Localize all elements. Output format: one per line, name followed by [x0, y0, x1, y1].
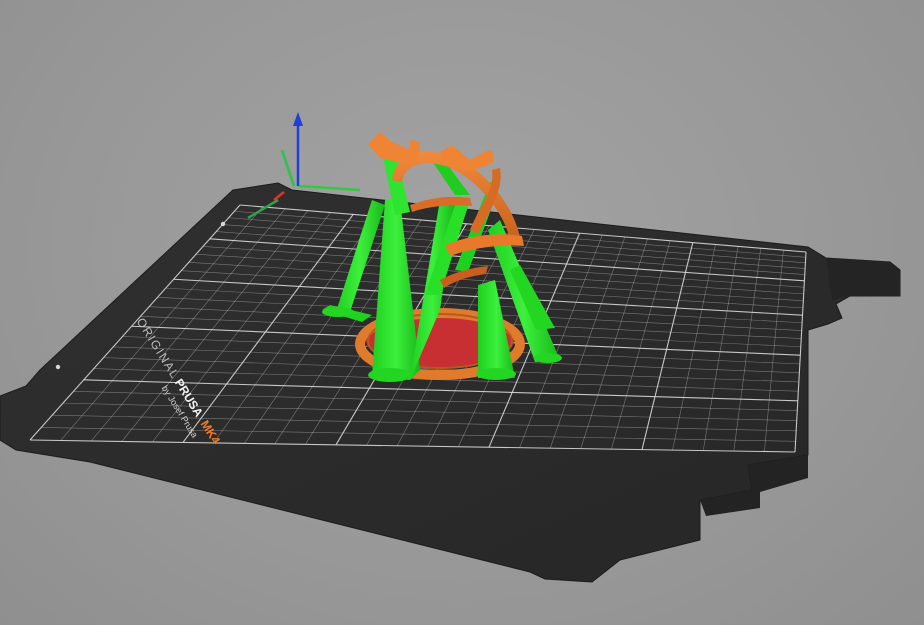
- model-top-bracket: [368, 132, 420, 162]
- support-foot: [476, 368, 516, 380]
- axis-x-line: [297, 184, 361, 192]
- support-foot: [322, 307, 354, 317]
- axis-z-arrow-icon: [293, 112, 303, 126]
- support-foot: [534, 353, 562, 363]
- bed-hole: [55, 364, 61, 370]
- axis-y-line: [280, 149, 296, 187]
- plater-scene[interactable]: ORIGINAL PRUSA MK4 by Josef Prusa: [0, 0, 924, 625]
- 3d-viewport[interactable]: ORIGINAL PRUSA MK4 by Josef Prusa: [0, 0, 924, 625]
- support-foot: [368, 368, 412, 382]
- bed-tab: [826, 258, 900, 300]
